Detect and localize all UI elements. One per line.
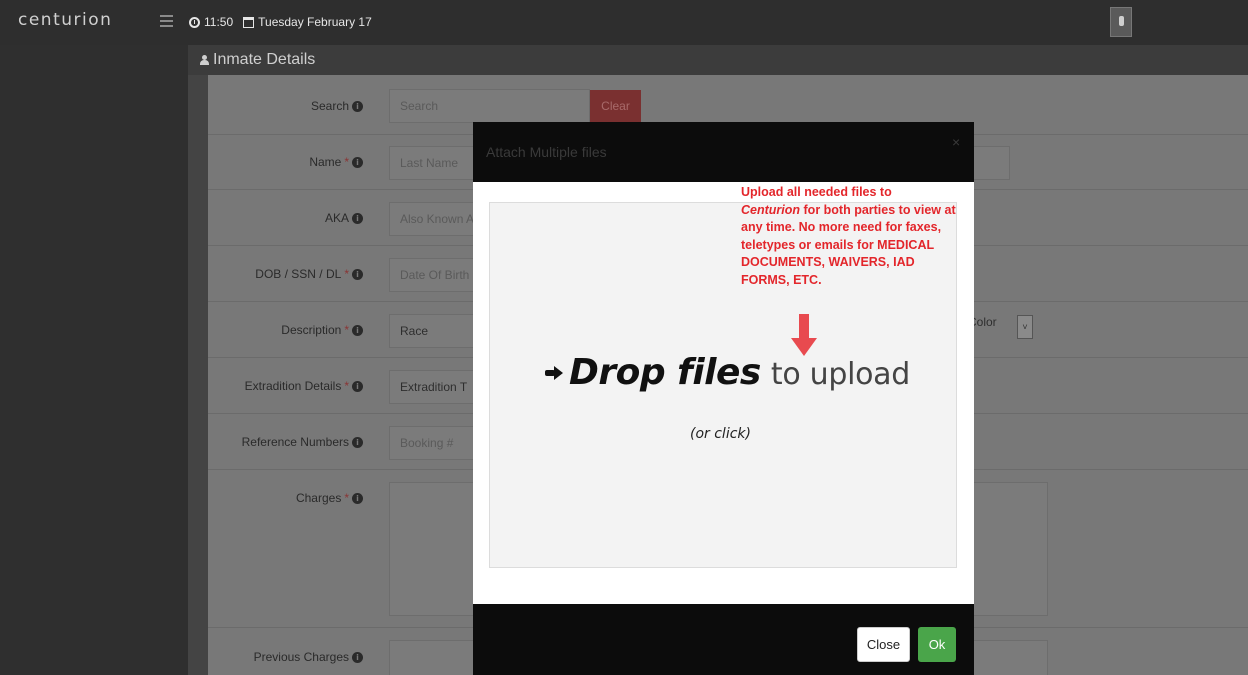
datetime-display: 11:50 Tuesday February 17 [189,15,372,29]
extradition-type-select[interactable]: Extradition T [389,370,479,404]
charges-textarea-right[interactable] [970,482,1048,616]
top-bar [0,0,1248,45]
ok-button[interactable]: Ok [918,627,956,662]
calendar-icon [243,16,255,28]
dob-input[interactable]: Date Of Birth [389,258,479,292]
charges-textarea-left[interactable] [389,482,479,616]
dropzone-message: Drop files to upload [545,352,910,393]
booking-number-input[interactable]: Booking # [389,426,479,460]
clear-button[interactable]: Clear [590,90,641,122]
info-icon: i [352,156,363,168]
info-icon: i [352,651,363,663]
panel-title-text: Inmate Details [213,51,316,68]
name-label: Name * i [198,155,363,169]
charges-label: Charges * i [198,491,363,505]
info-icon: i [352,380,363,392]
info-icon: i [352,436,363,448]
info-icon: i [352,492,363,504]
upload-annotation: Upload all needed files to Centurion for… [741,185,956,287]
info-icon: i [352,100,363,112]
date-text: Tuesday February 17 [258,15,372,29]
info-icon: i [352,212,363,224]
sidebar [0,45,188,675]
search-label: Search i [198,99,363,113]
reference-label: Reference Numbers i [198,435,363,449]
previous-charges-input-right[interactable] [970,640,1048,675]
modal-title: Attach Multiple files [486,144,607,160]
to-upload-text: to upload [770,357,910,392]
user-menu-button[interactable] [1110,7,1132,37]
panel-header [188,45,1248,75]
previous-charges-input[interactable] [389,640,479,675]
user-icon [200,55,209,65]
race-select[interactable]: Race [389,314,479,348]
drop-files-text: Drop files [569,352,761,393]
panel-title: Inmate Details [200,51,315,69]
brand-logo[interactable]: centurion [18,10,112,30]
info-icon: i [352,268,363,280]
or-click-text: (or click) [690,426,751,442]
last-name-input[interactable]: Last Name [389,146,479,180]
aka-label: AKA i [198,211,363,225]
previous-charges-label: Previous Charges i [198,650,363,664]
dob-label: DOB / SSN / DL * i [198,267,363,281]
hair-color-dropdown-chevron-icon[interactable]: ˅ [1017,315,1033,339]
menu-icon[interactable] [160,15,173,27]
pointing-arrow-icon [545,365,563,380]
name-extra-input[interactable] [970,146,1010,180]
close-button[interactable]: Close [857,627,910,662]
search-input[interactable]: Search [389,89,590,123]
description-label: Description * i [198,323,363,337]
time-text: 11:50 [204,15,234,29]
extradition-label: Extradition Details * i [198,379,363,393]
modal-close-icon[interactable]: × [952,134,960,150]
lightbulb-icon [1119,16,1124,26]
info-icon: i [352,324,363,336]
clock-icon [189,16,200,28]
aka-input[interactable]: Also Known A [389,202,479,236]
